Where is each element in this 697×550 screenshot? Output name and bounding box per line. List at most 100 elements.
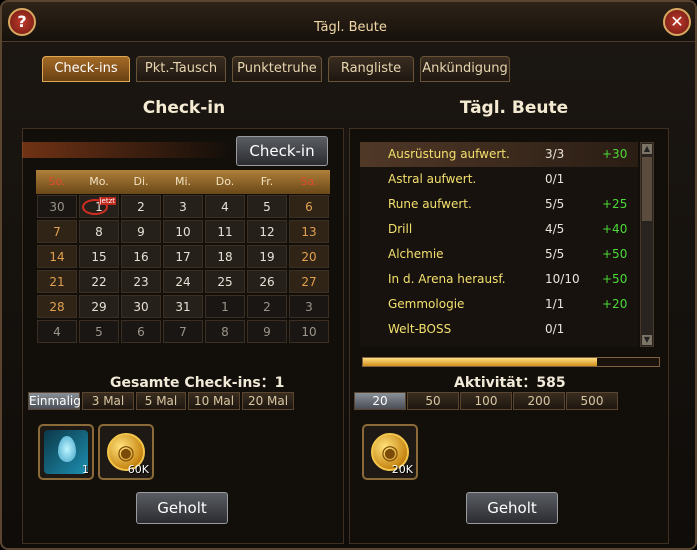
calendar-day[interactable]: 29 xyxy=(79,295,119,318)
tab-ranking[interactable]: Rangliste xyxy=(328,56,414,82)
tab-100-points[interactable]: 100 xyxy=(460,392,512,410)
calendar-day[interactable]: 17 xyxy=(163,245,203,268)
calendar-day[interactable]: 10 xyxy=(163,220,203,243)
window-title: Tägl. Beute xyxy=(314,20,387,35)
task-points: +25 xyxy=(602,197,628,211)
scroll-thumb[interactable] xyxy=(642,157,652,221)
calendar-day[interactable]: 6 xyxy=(121,320,161,343)
calendar-day[interactable]: 16 xyxy=(121,245,161,268)
calendar-day[interactable]: 3 xyxy=(289,295,329,318)
tab-check-ins[interactable]: Check-ins xyxy=(42,56,130,82)
calendar-day[interactable]: 7 xyxy=(163,320,203,343)
reward-slot-gold-right[interactable]: ◉ 20K xyxy=(362,424,418,480)
reward-slot-gold[interactable]: ◉ 60K xyxy=(98,424,154,480)
reward-quantity: 60K xyxy=(127,463,149,476)
tab-points-chest[interactable]: Punktetruhe xyxy=(232,56,322,82)
calendar-day[interactable]: 7 xyxy=(37,220,77,243)
calendar-day[interactable]: 4 xyxy=(205,195,245,218)
scroll-down-icon[interactable]: ▼ xyxy=(642,335,652,345)
weekday-wednesday: Mi. xyxy=(174,175,192,188)
task-row[interactable]: Ausrüstung aufwert. 3/3 +30 xyxy=(360,142,638,167)
task-name: Ausrüstung aufwert. xyxy=(388,147,510,161)
activity-value: 585 xyxy=(536,375,566,391)
calendar-day[interactable]: 30 xyxy=(37,195,77,218)
task-name: Drill xyxy=(388,222,413,236)
task-count: 10/10 xyxy=(545,272,580,286)
calendar-day[interactable]: 30 xyxy=(121,295,161,318)
calendar-day[interactable]: 20 xyxy=(289,245,329,268)
calendar-day[interactable]: 9 xyxy=(247,320,287,343)
calendar-day[interactable]: 26 xyxy=(247,270,287,293)
activity-progress-bar xyxy=(362,357,660,367)
scroll-up-icon[interactable]: ▲ xyxy=(642,144,652,154)
calendar-day[interactable]: 5 xyxy=(79,320,119,343)
header-glow xyxy=(22,142,232,158)
task-row[interactable]: Alchemie 5/5 +50 xyxy=(360,242,638,267)
task-list-scrollbar[interactable]: ▲ ▼ xyxy=(640,142,654,347)
task-row[interactable]: Astral aufwert. 0/1 xyxy=(360,167,638,192)
calendar-day[interactable]: 11 xyxy=(205,220,245,243)
tab-500-points[interactable]: 500 xyxy=(566,392,618,410)
calendar-day-today[interactable]: 1 jetzt xyxy=(79,195,119,218)
calendar-day[interactable]: 2 xyxy=(247,295,287,318)
calendar-day[interactable]: 8 xyxy=(79,220,119,243)
tab-3-times[interactable]: 3 Mal xyxy=(82,392,134,410)
calendar-day[interactable]: 12 xyxy=(247,220,287,243)
task-row[interactable]: In d. Arena herausf. 10/10 +50 xyxy=(360,267,638,292)
tab-announcement[interactable]: Ankündigung xyxy=(420,56,510,82)
collect-button-left[interactable]: Geholt xyxy=(136,492,228,524)
activity-total: Aktivität：585 xyxy=(454,372,566,392)
total-checkins-value: 1 xyxy=(274,375,285,391)
calendar-day[interactable]: 8 xyxy=(205,320,245,343)
calendar-day[interactable]: 15 xyxy=(79,245,119,268)
tab-200-points[interactable]: 200 xyxy=(513,392,565,410)
calendar-day[interactable]: 4 xyxy=(37,320,77,343)
calendar-day[interactable]: 13 xyxy=(289,220,329,243)
calendar-day[interactable]: 14 xyxy=(37,245,77,268)
tab-20-times[interactable]: 20 Mal xyxy=(242,392,294,410)
close-icon[interactable]: ✕ xyxy=(663,8,691,36)
calendar-day[interactable]: 31 xyxy=(163,295,203,318)
calendar-day[interactable]: 22 xyxy=(79,270,119,293)
tab-points-exchange[interactable]: Pkt.-Tausch xyxy=(136,56,226,82)
task-row[interactable]: Drill 4/5 +40 xyxy=(360,217,638,242)
task-points: +50 xyxy=(602,272,628,286)
calendar-day[interactable]: 21 xyxy=(37,270,77,293)
calendar-day[interactable]: 28 xyxy=(37,295,77,318)
task-points: +40 xyxy=(602,222,628,236)
calendar-day[interactable]: 23 xyxy=(121,270,161,293)
calendar-day[interactable]: 10 xyxy=(289,320,329,343)
today-badge: jetzt xyxy=(98,197,116,205)
calendar-day[interactable]: 1 xyxy=(205,295,245,318)
task-row[interactable]: Welt-BOSS 0/1 xyxy=(360,317,638,342)
task-row[interactable]: Gemmologie 1/1 +20 xyxy=(360,292,638,317)
task-row[interactable]: Rune aufwert. 5/5 +25 xyxy=(360,192,638,217)
weekday-saturday: Sa. xyxy=(300,175,318,188)
calendar-day[interactable]: 25 xyxy=(205,270,245,293)
help-icon[interactable]: ? xyxy=(8,8,36,36)
tab-20-points[interactable]: 20 xyxy=(354,392,406,410)
calendar-day[interactable]: 2 xyxy=(121,195,161,218)
checkin-button[interactable]: Check-in xyxy=(236,136,328,166)
calendar-day[interactable]: 9 xyxy=(121,220,161,243)
calendar-day[interactable]: 19 xyxy=(247,245,287,268)
calendar-day[interactable]: 6 xyxy=(289,195,329,218)
calendar-days: 30 1 jetzt 2 3 4 5 6 7 8 9 10 11 12 13 1… xyxy=(36,194,330,344)
tab-once[interactable]: Einmalig xyxy=(28,392,81,410)
tab-10-times[interactable]: 10 Mal xyxy=(188,392,240,410)
collect-button-right[interactable]: Geholt xyxy=(466,492,558,524)
tab-5-times[interactable]: 5 Mal xyxy=(136,392,186,410)
calendar-day[interactable]: 24 xyxy=(163,270,203,293)
task-points: +30 xyxy=(602,147,628,161)
tab-50-points[interactable]: 50 xyxy=(407,392,459,410)
calendar-day[interactable]: 18 xyxy=(205,245,245,268)
reward-slot-potion[interactable]: 1 xyxy=(38,424,94,480)
weekday-monday: Mo. xyxy=(89,175,109,188)
task-name: Gemmologie xyxy=(388,297,465,311)
task-points: +20 xyxy=(602,297,628,311)
task-count: 1/1 xyxy=(545,297,565,311)
daily-loot-heading: Tägl. Beute xyxy=(459,98,569,118)
calendar-day[interactable]: 5 xyxy=(247,195,287,218)
calendar-day[interactable]: 27 xyxy=(289,270,329,293)
calendar-day[interactable]: 3 xyxy=(163,195,203,218)
